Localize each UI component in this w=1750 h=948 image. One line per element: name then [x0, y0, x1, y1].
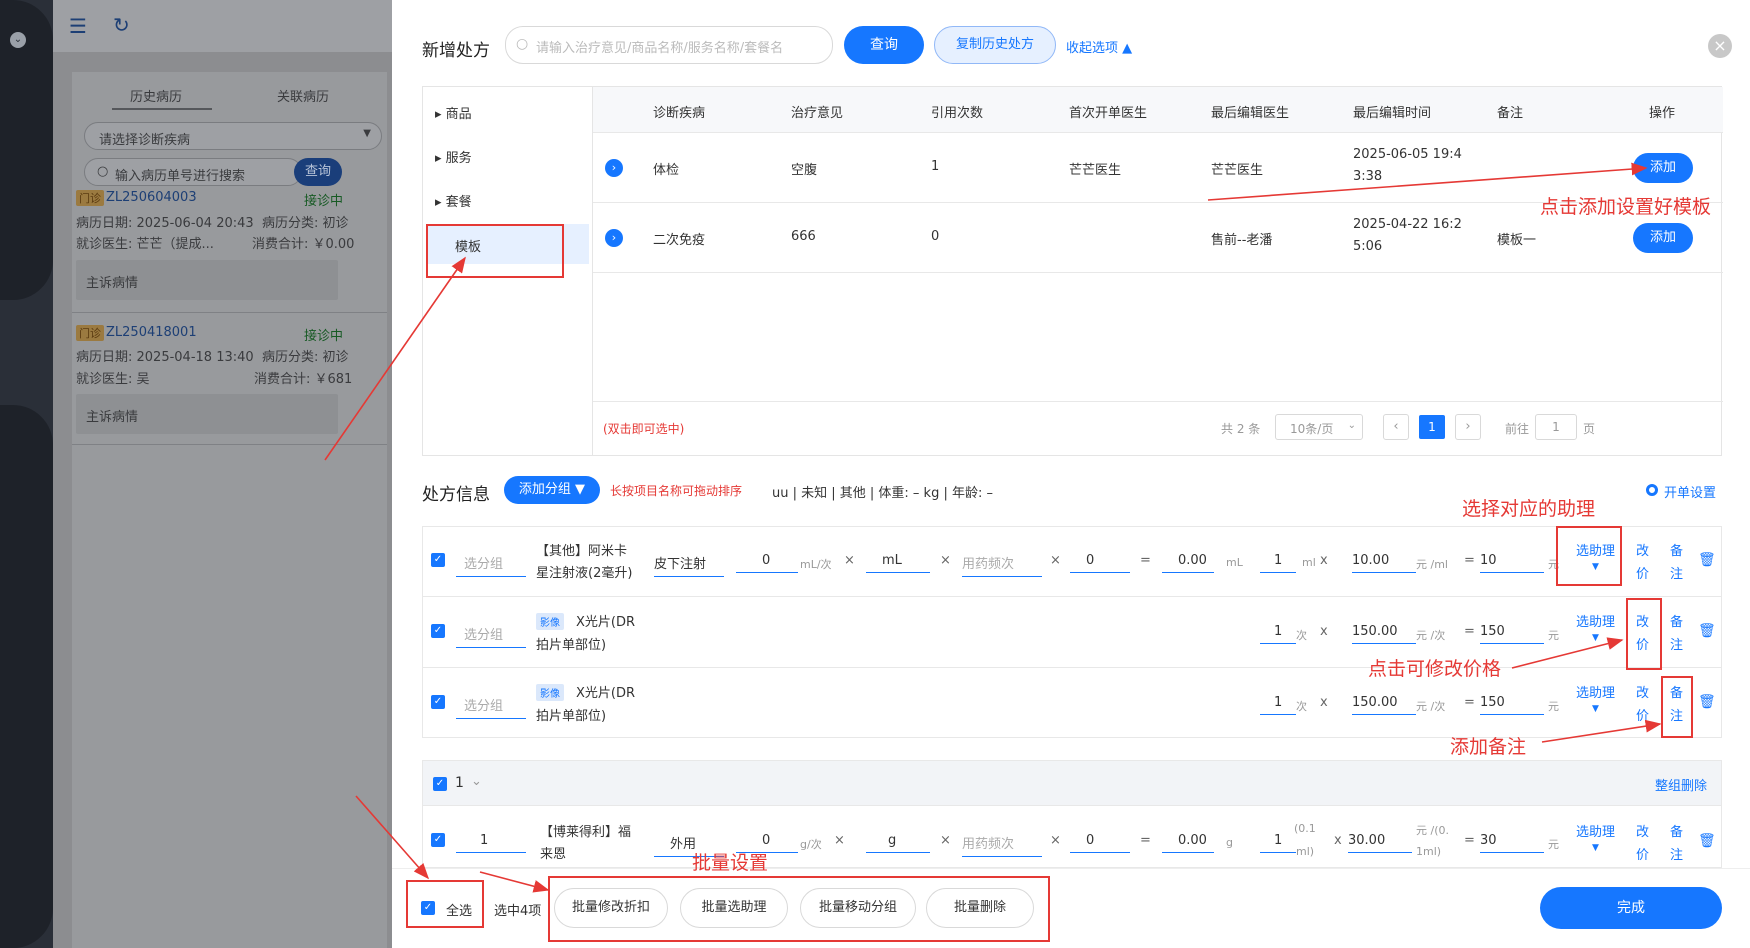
arrow-select-all: [355, 795, 430, 880]
arrow-note: [1541, 719, 1662, 743]
arrow-modify-price: [1511, 637, 1624, 669]
arrow-template: [324, 256, 466, 461]
annotation-arrows: [324, 162, 1662, 893]
arrow-batch: [479, 871, 550, 893]
arrow-add-template: [1207, 162, 1648, 201]
